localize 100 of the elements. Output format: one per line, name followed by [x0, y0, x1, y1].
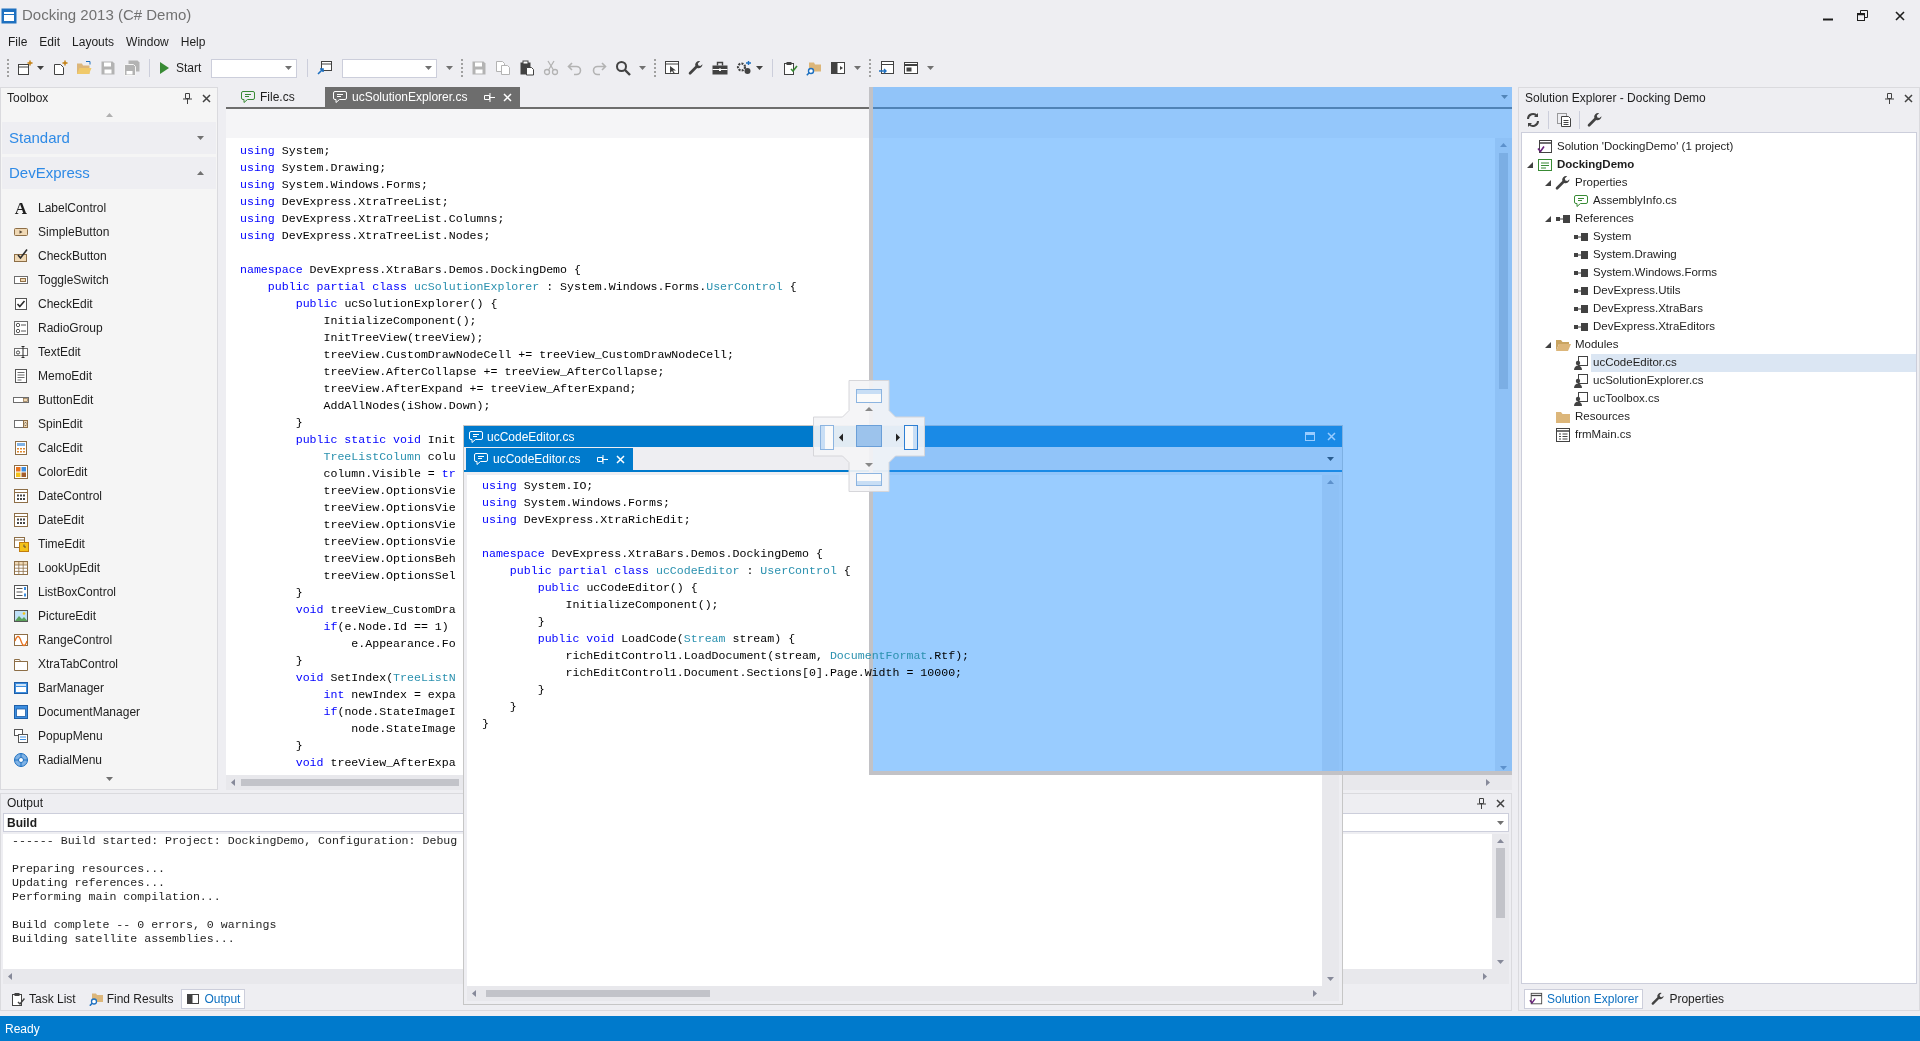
toolbox-item[interactable]: A LabelControl	[1, 196, 113, 220]
scroll-left-icon[interactable]	[472, 990, 476, 997]
refresh-icon[interactable]	[1525, 112, 1541, 128]
gear-plus-icon[interactable]	[736, 60, 753, 76]
tree-item[interactable]: AssemblyInfo.cs	[1591, 192, 1681, 210]
search-icon[interactable]	[615, 60, 632, 76]
tree-item[interactable]: DockingDemo	[1555, 156, 1639, 174]
expanded-triangle-icon[interactable]	[1545, 342, 1551, 348]
tree-item[interactable]: DevExpress.XtraBars	[1591, 300, 1707, 318]
menu-item[interactable]: Edit	[33, 31, 67, 53]
window-arrow-icon[interactable]	[317, 60, 334, 76]
pin-icon[interactable]	[1885, 92, 1894, 104]
panel-tab[interactable]: Task List	[6, 989, 81, 1009]
vertical-scrollbar[interactable]	[1492, 834, 1509, 969]
expanded-triangle-icon[interactable]	[1545, 180, 1551, 186]
menu-item[interactable]: Help	[174, 31, 212, 53]
toolbox-item[interactable]: SpinEdit	[1, 412, 89, 436]
expanded-triangle-icon[interactable]	[1545, 216, 1551, 222]
tree-item[interactable]: References	[1573, 210, 1638, 228]
toolbox-item[interactable]: RadioGroup	[1, 316, 109, 340]
tree-item[interactable]: ucToolbox.cs	[1591, 390, 1664, 408]
close-icon[interactable]	[1496, 798, 1505, 808]
caret-down-icon[interactable]	[1327, 456, 1334, 461]
tree-item[interactable]: ucCodeEditor.cs	[1591, 354, 1916, 372]
panel-tab[interactable]: Solution Explorer	[1524, 989, 1644, 1009]
tree-item[interactable]: ucSolutionExplorer.cs	[1591, 372, 1708, 390]
tree-item[interactable]: System.Windows.Forms	[1591, 264, 1721, 282]
toolbox-item[interactable]: DocumentManager	[1, 700, 147, 724]
dropdown-caret-icon[interactable]	[37, 66, 44, 70]
toolbox-item[interactable]: SimpleButton	[1, 220, 116, 244]
toolbox-item[interactable]: CheckEdit	[1, 292, 99, 316]
scroll-right-icon[interactable]	[1313, 990, 1317, 997]
vertical-scrollbar[interactable]	[1322, 475, 1339, 986]
horizontal-scrollbar[interactable]	[3, 969, 463, 984]
document-tab[interactable]: File.cs	[233, 87, 325, 107]
horizontal-scrollbar[interactable]	[467, 986, 1339, 1001]
panel-tab[interactable]: Find Results	[83, 989, 179, 1009]
toolbox-item[interactable]: TextEdit	[1, 340, 87, 364]
toolbox-item[interactable]: PictureEdit	[1, 604, 103, 628]
toolbox-item[interactable]: DateEdit	[1, 508, 91, 532]
toolbox-item[interactable]: PopupMenu	[1, 724, 109, 748]
caret-down-icon[interactable]	[1501, 95, 1508, 99]
pin-icon[interactable]	[183, 92, 192, 104]
panel-tab[interactable]: Properties	[1646, 989, 1730, 1009]
clipboard-check-icon[interactable]	[782, 60, 799, 76]
scrollbar-thumb[interactable]	[486, 990, 710, 997]
toolbox-item[interactable]: RangeControl	[1, 628, 119, 652]
toolbox-item[interactable]: RadialMenu	[1, 748, 109, 772]
scrollbar-thumb[interactable]	[241, 779, 459, 786]
close-icon[interactable]	[1904, 93, 1913, 103]
window-icon[interactable]	[903, 60, 920, 76]
tree-item[interactable]: Resources	[1573, 408, 1634, 426]
tree-item[interactable]: DevExpress.XtraEditors	[1591, 318, 1720, 336]
scrollbar-thumb[interactable]	[1496, 848, 1505, 918]
toolbox-icon[interactable]	[712, 60, 729, 76]
window-cursor-icon[interactable]	[664, 60, 681, 76]
toolbox-item[interactable]: LookUpEdit	[1, 556, 107, 580]
scroll-down-icon[interactable]	[1327, 977, 1334, 981]
scroll-right-icon[interactable]	[1486, 779, 1490, 786]
collapse-caret-icon[interactable]	[197, 171, 204, 175]
split-panel-icon[interactable]	[830, 60, 847, 76]
toolbox-item[interactable]: TimeEdit	[1, 532, 91, 556]
toolbox-item[interactable]: ToggleSwitch	[1, 268, 115, 292]
wrench-icon[interactable]	[688, 60, 705, 76]
tree-item[interactable]: System.Drawing	[1591, 246, 1681, 264]
toolbox-item[interactable]: CheckButton	[1, 244, 113, 268]
scroll-right-icon[interactable]	[1483, 973, 1487, 980]
toolbox-item[interactable]: XtraTabControl	[1, 652, 125, 676]
restore-icon[interactable]	[1857, 10, 1868, 21]
menu-item[interactable]: Window	[120, 31, 175, 53]
menu-item[interactable]: Layouts	[66, 31, 121, 53]
toolbox-item[interactable]: BarManager	[1, 676, 111, 700]
dropdown-caret-icon[interactable]	[756, 66, 764, 70]
new-project-icon[interactable]	[17, 60, 33, 76]
tree-item[interactable]: Solution 'DockingDemo' (1 project)	[1555, 138, 1738, 156]
scroll-left-icon[interactable]	[231, 779, 235, 786]
toolbox-item[interactable]: MemoEdit	[1, 364, 99, 388]
toolbox-item[interactable]: DateControl	[1, 484, 109, 508]
expand-caret-icon[interactable]	[197, 136, 204, 140]
scroll-left-icon[interactable]	[8, 973, 12, 980]
tree-item[interactable]: System	[1591, 228, 1636, 246]
toolbox-item[interactable]: ColorEdit	[1, 460, 94, 484]
horizontal-scrollbar[interactable]	[1343, 969, 1509, 984]
scroll-down-icon[interactable]	[105, 777, 113, 781]
panel-tab[interactable]: Output	[181, 989, 246, 1009]
output-source-dropdown[interactable]: Build	[3, 813, 463, 832]
open-folder-icon[interactable]	[76, 60, 92, 76]
wrench-icon[interactable]	[1587, 112, 1603, 128]
new-file-icon[interactable]	[52, 60, 68, 76]
caret-down-icon[interactable]	[446, 66, 454, 70]
toolbox-item[interactable]: CalcEdit	[1, 436, 89, 460]
caret-down-icon[interactable]	[927, 66, 935, 70]
dock-center-icon[interactable]	[853, 422, 885, 450]
pin-icon[interactable]	[1477, 797, 1486, 809]
tree-item[interactable]: DevExpress.Utils	[1591, 282, 1685, 300]
start-button[interactable]: Start	[155, 57, 207, 79]
close-icon[interactable]	[202, 93, 211, 103]
scroll-up-icon[interactable]	[1497, 839, 1504, 843]
scroll-up-icon[interactable]	[105, 113, 113, 117]
folder-search-icon[interactable]	[806, 60, 823, 76]
